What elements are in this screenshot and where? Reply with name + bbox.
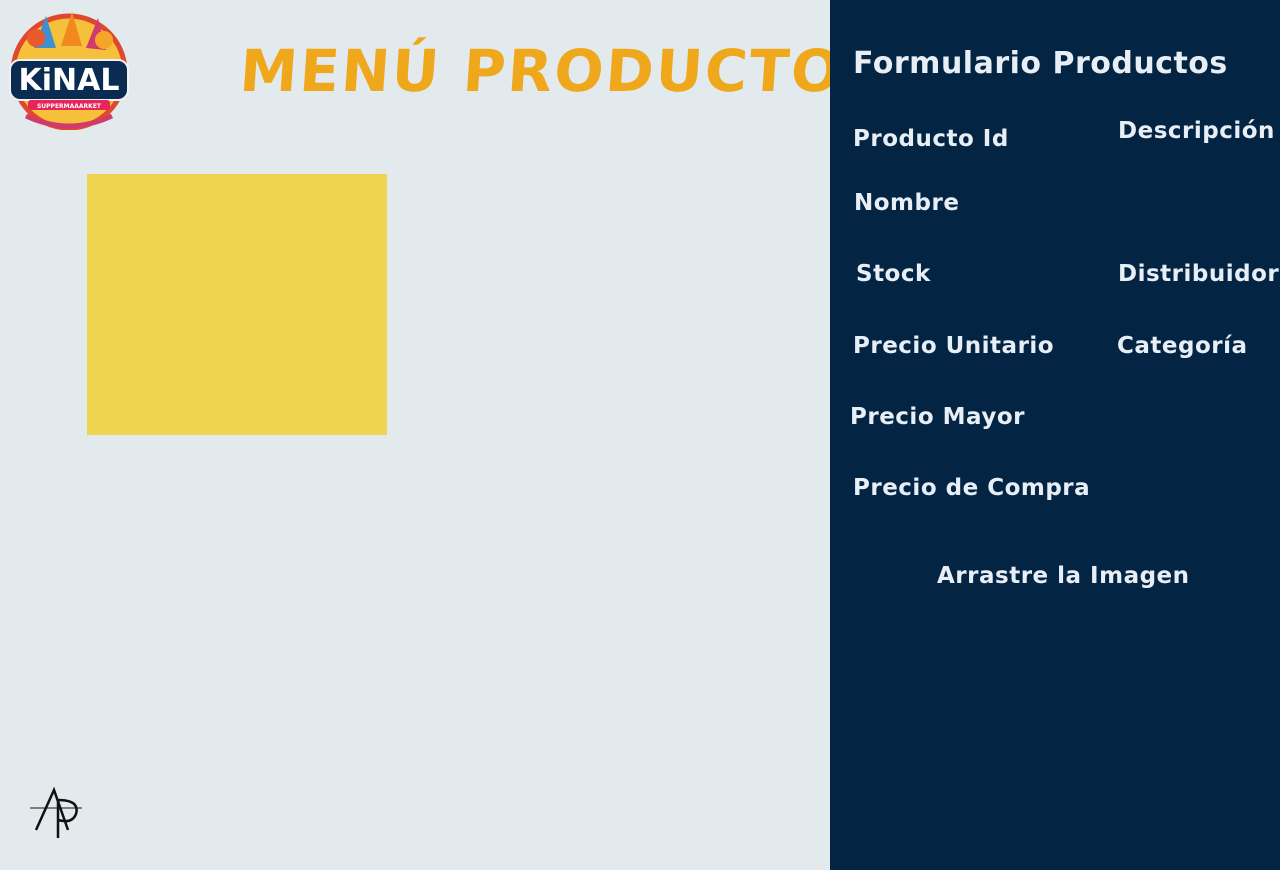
page-title: MENÚ PRODUCTOS (237, 37, 889, 105)
precio-mayor-label: Precio Mayor (850, 404, 1025, 430)
author-mark-text: AP (28, 786, 30, 787)
product-image-preview[interactable] (87, 174, 387, 435)
author-monogram-icon: AP (28, 786, 82, 838)
categoria-label: Categoría (1117, 333, 1248, 359)
stock-label: Stock (856, 261, 931, 287)
logo-text: KiNAL (19, 63, 120, 98)
logo-subtext: SUPPERMAAARKET (37, 103, 102, 110)
kinal-logo: KiNAL SUPPERMAAARKET (9, 12, 129, 130)
distribuidor-label: Distribuidor (1118, 261, 1280, 287)
precio-unitario-label: Precio Unitario (853, 333, 1055, 359)
menu-panel: KiNAL SUPPERMAAARKET MENÚ PRODUCTOS AP (0, 0, 889, 870)
descripcion-label: Descripción (1118, 118, 1275, 144)
producto-id-label: Producto Id (853, 126, 1009, 152)
nombre-label: Nombre (854, 190, 960, 216)
form-title: Formulario Productos (853, 46, 1228, 81)
image-drop-zone-label[interactable]: Arrastre la Imagen (937, 563, 1190, 589)
precio-compra-label: Precio de Compra (853, 475, 1091, 501)
product-form-panel: Formulario Productos Producto Id Descrip… (830, 0, 1280, 870)
